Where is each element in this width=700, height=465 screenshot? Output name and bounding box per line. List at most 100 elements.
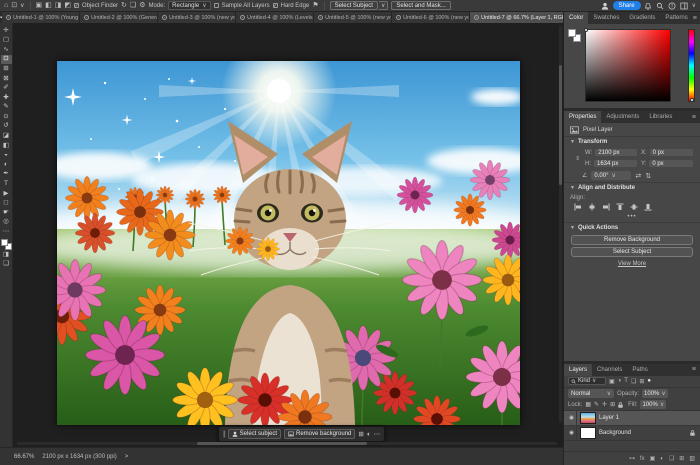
marquee-tool[interactable]: ▢: [1, 36, 12, 46]
select-subject-taskbar-button[interactable]: Select subject: [228, 429, 281, 439]
remove-background-taskbar-button[interactable]: Remove background: [284, 429, 355, 439]
tab-untitled-2[interactable]: Untitled-2 @ 100% (Generati...: [80, 12, 158, 23]
refresh-icon[interactable]: ↻: [121, 2, 127, 9]
link-dimensions-icon[interactable]: ∞: [572, 155, 582, 161]
screen-mode-icon[interactable]: ❏: [1, 260, 12, 270]
help-icon[interactable]: ?: [668, 1, 677, 10]
align-top-icon[interactable]: [616, 203, 624, 211]
layer-visibility-eye-icon[interactable]: ◉: [567, 411, 577, 425]
tab-channels[interactable]: Channels: [592, 364, 627, 376]
align-middle-v-icon[interactable]: [630, 203, 638, 211]
saturation-brightness-picker[interactable]: [585, 29, 671, 102]
align-left-icon[interactable]: [574, 203, 582, 211]
align-right-icon[interactable]: [602, 203, 610, 211]
quick-actions-section-header[interactable]: ▼ Quick Actions: [564, 222, 700, 233]
object-finder-settings-icon[interactable]: ⚙: [139, 2, 145, 9]
layer-row-background[interactable]: ◉ Background: [564, 426, 700, 441]
filter-smart-objects-icon[interactable]: ⊞: [639, 378, 644, 385]
active-tool-icon[interactable]: ⊡: [11, 2, 17, 9]
foreground-background-swatches[interactable]: [568, 29, 581, 42]
edit-toolbar-icon[interactable]: ⋯: [1, 227, 12, 237]
tab-untitled-6[interactable]: Untitled-6 @ 100% (new yor...: [392, 12, 470, 23]
hard-edge-checkbox[interactable]: ✓: [273, 3, 278, 8]
layer-thumbnail[interactable]: [580, 412, 596, 424]
filter-toggle-icon[interactable]: ●: [647, 378, 651, 384]
zoom-tool[interactable]: ◎: [1, 218, 12, 228]
tab-adjustments[interactable]: Adjustments: [601, 111, 644, 123]
hue-slider[interactable]: [688, 29, 695, 102]
filter-pixel-layers-icon[interactable]: ▣: [609, 378, 615, 385]
tab-libraries[interactable]: Libraries: [644, 111, 677, 123]
mode-dropdown[interactable]: Rectangle ∨: [168, 1, 210, 10]
share-button[interactable]: Share: [613, 1, 641, 10]
height-field[interactable]: 1634 px: [593, 159, 638, 168]
select-subject-button[interactable]: Select Subject: [330, 1, 378, 10]
fill-field[interactable]: 100% ∨: [640, 400, 666, 409]
quick-mask-icon[interactable]: ◨: [1, 250, 12, 260]
select-subject-quick-button[interactable]: Select Subject: [571, 247, 693, 257]
opacity-field[interactable]: 100% ∨: [642, 389, 668, 398]
sample-all-layers-checkbox[interactable]: [214, 3, 219, 8]
object-selection-tool[interactable]: ⊡: [1, 55, 12, 65]
taskbar-drag-handle[interactable]: ||: [223, 431, 225, 438]
account-avatar-icon[interactable]: [601, 1, 610, 10]
workspace-chevron-icon[interactable]: ∨: [692, 3, 696, 9]
clone-stamp-tool[interactable]: ⊙: [1, 112, 12, 122]
search-icon[interactable]: [656, 1, 665, 10]
hand-tool[interactable]: ☛: [1, 208, 12, 218]
panel-menu-icon[interactable]: ≡: [692, 111, 700, 123]
crop-tool[interactable]: ⊞: [1, 64, 12, 74]
object-finder-checkbox[interactable]: ✓: [74, 3, 79, 8]
lasso-tool[interactable]: ∿: [1, 45, 12, 55]
flip-horizontal-icon[interactable]: ⇄: [635, 172, 641, 180]
align-section-header[interactable]: ▼ Align and Distribute: [564, 182, 700, 193]
intersect-selection-icon[interactable]: ◩: [64, 2, 71, 9]
eraser-tool[interactable]: ◪: [1, 132, 12, 142]
filter-type-layers-icon[interactable]: T: [624, 378, 628, 384]
canvas-pasteboard[interactable]: || Select subject Remove background ⊞ ◐ …: [13, 23, 563, 447]
horizontal-scrollbar[interactable]: [17, 442, 557, 445]
tab-paths[interactable]: Paths: [627, 364, 652, 376]
new-layer-icon[interactable]: ⊞: [679, 455, 684, 462]
width-field[interactable]: 2100 px: [594, 148, 638, 157]
blend-mode-dropdown[interactable]: Normal ∨: [568, 389, 614, 398]
gradient-tool[interactable]: ◧: [1, 141, 12, 151]
blur-tool[interactable]: ◒: [1, 151, 12, 161]
layer-effects-icon[interactable]: fx: [640, 456, 645, 462]
feedback-flag-icon[interactable]: ⚑: [312, 2, 318, 9]
layer-filter-dropdown[interactable]: Kind ∨: [568, 377, 606, 385]
lock-transparency-icon[interactable]: ▦: [585, 401, 591, 408]
remove-background-button[interactable]: Remove Background: [571, 235, 693, 245]
tab-color[interactable]: Color: [564, 12, 588, 24]
filter-shape-layers-icon[interactable]: ❏: [631, 378, 636, 385]
tab-untitled-1[interactable]: Untitled-1 @ 100% (Young ...: [2, 12, 80, 23]
dodge-tool[interactable]: ◐: [1, 160, 12, 170]
lock-paint-icon[interactable]: ✎: [594, 401, 599, 408]
align-center-h-icon[interactable]: [588, 203, 596, 211]
tab-patterns[interactable]: Patterns: [660, 12, 692, 24]
align-bottom-icon[interactable]: [644, 203, 652, 211]
hue-slider-handle[interactable]: [690, 98, 694, 102]
lock-position-icon[interactable]: ✛: [602, 401, 607, 408]
panel-menu-icon[interactable]: ≡: [693, 12, 700, 24]
subtract-selection-icon[interactable]: ◨: [55, 2, 62, 9]
filter-adjustment-layers-icon[interactable]: ◑: [618, 378, 622, 384]
select-subject-dropdown[interactable]: ∨: [379, 1, 388, 10]
tool-preset-chevron-icon[interactable]: ∨: [20, 3, 24, 9]
status-chevron-icon[interactable]: >: [125, 454, 129, 460]
taskbar-more-icon[interactable]: ⋯: [374, 430, 381, 438]
tab-untitled-7-active[interactable]: Untitled-7 @ 66.7% (Layer 1, RGB/8) *: [470, 12, 563, 23]
path-selection-tool[interactable]: ▶: [1, 189, 12, 199]
layer-row-layer-1[interactable]: ◉ Layer 1: [564, 411, 700, 426]
y-field[interactable]: 0 px: [648, 159, 694, 168]
view-more-link[interactable]: View More: [564, 257, 700, 269]
foreground-background-swatches[interactable]: [1, 239, 12, 250]
tab-swatches[interactable]: Swatches: [588, 12, 624, 24]
align-more-options[interactable]: •••: [564, 212, 700, 222]
frame-tool[interactable]: ⊠: [1, 74, 12, 84]
new-adjustment-layer-icon[interactable]: ◐: [660, 456, 664, 462]
lock-all-icon[interactable]: [618, 402, 623, 408]
transform-section-header[interactable]: ▼ Transform: [564, 136, 700, 147]
layer-thumbnail[interactable]: [580, 427, 596, 439]
rotation-angle-field[interactable]: 0.00° ∨: [591, 171, 631, 180]
